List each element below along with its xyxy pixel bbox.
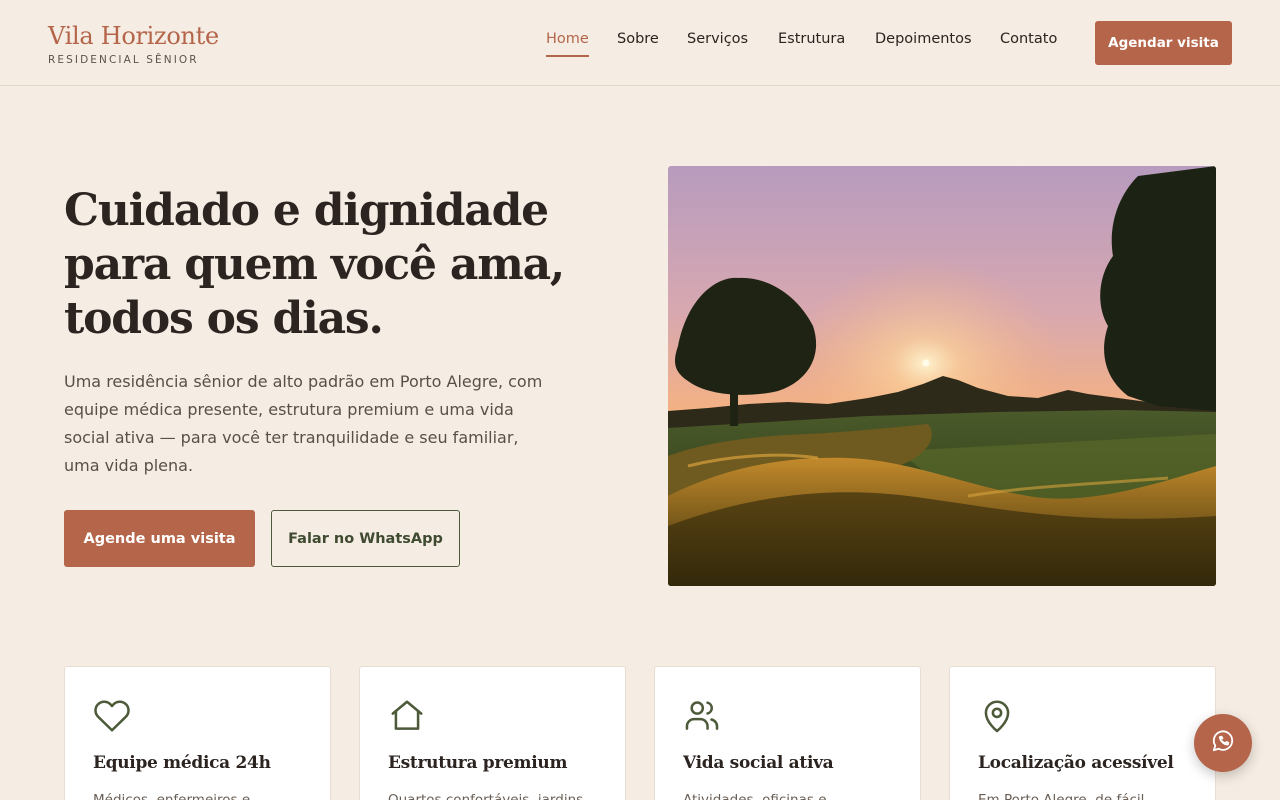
feature-text: Médicos, enfermeiros e bbox=[93, 792, 251, 800]
feature-card-structure: Estrutura premium Quartos confortáveis, … bbox=[359, 666, 626, 800]
whatsapp-button[interactable]: Falar no WhatsApp bbox=[271, 510, 460, 567]
site-header: Vila Horizonte RESIDENCIAL SÊNIOR Home S… bbox=[0, 0, 1280, 86]
heart-icon bbox=[93, 697, 131, 735]
users-icon bbox=[683, 697, 721, 735]
feature-card-location: Localização acessível Em Porto Alegre, d… bbox=[949, 666, 1216, 800]
feature-card-social: Vida social ativa Atividades, oficinas e bbox=[654, 666, 921, 800]
nav-item-contato[interactable]: Contato bbox=[1000, 29, 1057, 49]
map-pin-icon bbox=[978, 697, 1016, 735]
nav-item-estrutura[interactable]: Estrutura bbox=[778, 29, 845, 49]
feature-text: Atividades, oficinas e bbox=[683, 792, 827, 800]
feature-title: Localização acessível bbox=[978, 753, 1174, 773]
brand-logo[interactable]: Vila Horizonte RESIDENCIAL SÊNIOR bbox=[48, 20, 219, 66]
whatsapp-icon bbox=[1210, 728, 1236, 758]
nav-item-sobre[interactable]: Sobre bbox=[617, 29, 659, 49]
nav-item-depoimentos[interactable]: Depoimentos bbox=[875, 29, 972, 49]
schedule-visit-primary-button[interactable]: Agende uma visita bbox=[64, 510, 255, 567]
brand-name: Vila Horizonte bbox=[48, 22, 219, 50]
nav-item-home[interactable]: Home bbox=[546, 29, 589, 57]
hero-title: Cuidado e dignidade para quem você ama, … bbox=[64, 185, 565, 344]
feature-title: Equipe médica 24h bbox=[93, 753, 271, 773]
feature-card-medical: Equipe médica 24h Médicos, enfermeiros e bbox=[64, 666, 331, 800]
brand-subtitle: RESIDENCIAL SÊNIOR bbox=[48, 54, 199, 66]
nav-item-servicos[interactable]: Serviços bbox=[687, 29, 748, 49]
schedule-visit-button[interactable]: Agendar visita bbox=[1095, 21, 1232, 65]
feature-text: Quartos confortáveis, jardins bbox=[388, 792, 584, 800]
whatsapp-floating-button[interactable] bbox=[1194, 714, 1252, 772]
feature-title: Estrutura premium bbox=[388, 753, 568, 773]
feature-title: Vida social ativa bbox=[683, 753, 834, 773]
hero-description: Uma residência sênior de alto padrão em … bbox=[64, 372, 543, 475]
feature-text: Em Porto Alegre, de fácil bbox=[978, 792, 1145, 800]
home-icon bbox=[388, 697, 426, 735]
hero-image bbox=[668, 166, 1216, 586]
